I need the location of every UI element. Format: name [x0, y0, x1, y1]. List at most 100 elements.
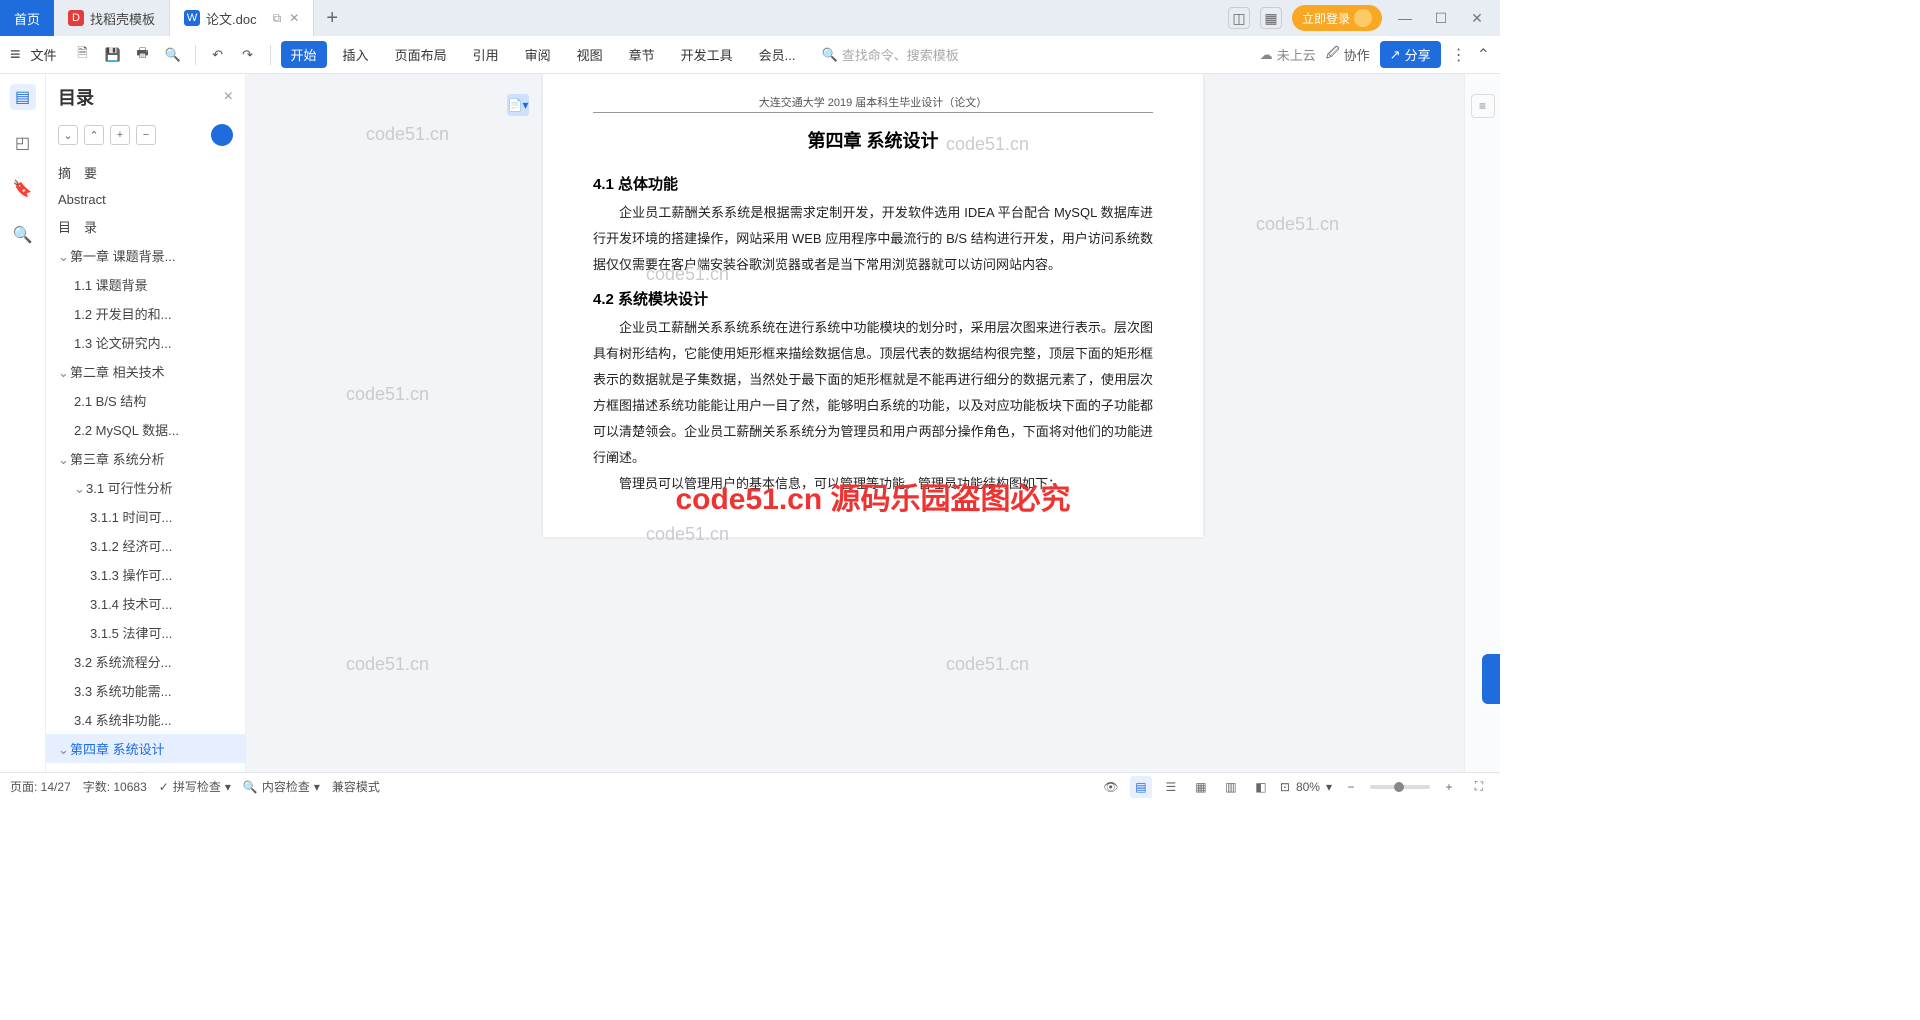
sync-icon[interactable]	[211, 124, 233, 146]
tab-popout-icon[interactable]: ⧉	[273, 11, 282, 26]
ribbon-chapter[interactable]: 章节	[619, 41, 665, 68]
ribbon-layout[interactable]: 页面布局	[385, 41, 457, 68]
outline-item[interactable]: 1.1 课题背景	[46, 270, 245, 299]
bookmark-icon[interactable]: 🔖	[10, 176, 36, 202]
web-view-icon[interactable]: ▦	[1190, 776, 1212, 798]
tab-add-button[interactable]: +	[314, 0, 350, 36]
content-check-button[interactable]: 🔍内容检查 ▾	[243, 778, 320, 795]
reading-view-icon[interactable]: ◧	[1250, 776, 1272, 798]
ribbon-vip[interactable]: 会员...	[749, 41, 806, 68]
word-count[interactable]: 字数: 10683	[83, 778, 147, 795]
split-icon[interactable]: ◫	[1228, 7, 1250, 29]
outline-item[interactable]: ⌄3.1 可行性分析	[46, 473, 245, 502]
titlebar: 首页 D 找稻壳模板 W 论文.doc ⧉ ✕ + ◫ ▦ 立即登录 — ☐ ✕	[0, 0, 1500, 36]
zoom-fit-icon[interactable]: ⊡	[1280, 780, 1290, 794]
login-button[interactable]: 立即登录	[1292, 5, 1382, 31]
daocao-icon: D	[68, 10, 84, 26]
outline-item[interactable]: ⌄第三章 系统分析	[46, 444, 245, 473]
outline-item[interactable]: 2.2 MySQL 数据...	[46, 415, 245, 444]
ribbon-review[interactable]: 审阅	[515, 41, 561, 68]
ribbon-insert[interactable]: 插入	[333, 41, 379, 68]
outline-item[interactable]: Abstract	[46, 187, 245, 212]
zoom-control[interactable]: ⊡ 80% ▾	[1280, 780, 1332, 794]
share-icon: ↗	[1390, 47, 1401, 63]
eye-icon[interactable]: 👁	[1100, 776, 1122, 798]
outline-item[interactable]: 3.1.2 经济可...	[46, 531, 245, 560]
minimize-button[interactable]: —	[1392, 5, 1418, 31]
spellcheck-button[interactable]: ✓拼写检查 ▾	[159, 778, 231, 795]
grid-view-icon[interactable]: ▥	[1220, 776, 1242, 798]
hamburger-icon[interactable]: ≡	[10, 44, 21, 65]
file-menu[interactable]: 文件	[31, 45, 57, 64]
remove-icon[interactable]: −	[136, 125, 156, 145]
outline-item[interactable]: ⌄第四章 系统设计	[46, 734, 245, 763]
outline-item[interactable]: 摘 要	[46, 158, 245, 187]
outline-item[interactable]: 3.1.4 技术可...	[46, 589, 245, 618]
doc-heading-42: 4.2 系统模块设计	[593, 288, 1153, 309]
outline-item[interactable]: ⌄第二章 相关技术	[46, 357, 245, 386]
redo-icon[interactable]: ↷	[236, 43, 260, 67]
search-rail-icon[interactable]: 🔍	[10, 222, 36, 248]
preview-icon[interactable]: 🔍	[161, 43, 185, 67]
ribbon-view[interactable]: 视图	[567, 41, 613, 68]
collapse-all-icon[interactable]: ⌄	[58, 125, 78, 145]
outline-item[interactable]: 1.3 论文研究内...	[46, 328, 245, 357]
outline-list[interactable]: 摘 要Abstract目 录⌄第一章 课题背景...1.1 课题背景1.2 开发…	[46, 154, 245, 772]
expand-all-icon[interactable]: ⌃	[84, 125, 104, 145]
outline-item[interactable]: 3.2 系统流程分...	[46, 647, 245, 676]
search-input[interactable]: 🔍 查找命令、搜索模板	[822, 45, 959, 64]
close-button[interactable]: ✕	[1464, 5, 1490, 31]
side-tab[interactable]	[1482, 654, 1500, 704]
more-icon[interactable]: ⋮	[1451, 45, 1467, 65]
share-button[interactable]: ↗分享	[1380, 41, 1441, 68]
new-icon[interactable]: 🗎	[71, 43, 95, 67]
tab-close-icon[interactable]: ✕	[289, 11, 299, 26]
outline-item[interactable]: ⌄第一章 课题背景...	[46, 241, 245, 270]
document-page: 📄▾ 大连交通大学 2019 届本科生毕业设计（论文） 第四章 系统设计 4.1…	[543, 74, 1203, 537]
outline-close-icon[interactable]: ×	[224, 88, 233, 106]
maximize-button[interactable]: ☐	[1428, 5, 1454, 31]
status-bar: 页面: 14/27 字数: 10683 ✓拼写检查 ▾ 🔍内容检查 ▾ 兼容模式…	[0, 772, 1500, 800]
collapse-panel-icon[interactable]: ≡	[1471, 94, 1495, 118]
outline-item[interactable]: 目 录	[46, 212, 245, 241]
watermark: code51.cn	[346, 654, 429, 675]
outline-item[interactable]: 3.1.3 操作可...	[46, 560, 245, 589]
tab-home[interactable]: 首页	[0, 0, 54, 36]
document-canvas[interactable]: 📄▾ 大连交通大学 2019 届本科生毕业设计（论文） 第四章 系统设计 4.1…	[246, 74, 1500, 772]
zoom-in-icon[interactable]: +	[1438, 776, 1460, 798]
outline-icon[interactable]: ▤	[10, 84, 36, 110]
outline-item[interactable]: 3.3 系统功能需...	[46, 676, 245, 705]
cloud-button[interactable]: ☁未上云	[1260, 45, 1316, 64]
collab-button[interactable]: 🖉协作	[1326, 44, 1370, 66]
outline-item[interactable]: 2.1 B/S 结构	[46, 386, 245, 415]
outline-item[interactable]: 3.4 系统非功能...	[46, 705, 245, 734]
doc-header: 大连交通大学 2019 届本科生毕业设计（论文）	[593, 94, 1153, 113]
tab-template[interactable]: D 找稻壳模板	[54, 0, 170, 36]
pin-icon[interactable]: ◰	[10, 130, 36, 156]
fullscreen-icon[interactable]: ⛶	[1468, 776, 1490, 798]
content-check-icon: 🔍	[243, 780, 258, 794]
ribbon-dev[interactable]: 开发工具	[671, 41, 743, 68]
save-icon[interactable]: 💾	[101, 43, 125, 67]
page-clip-icon[interactable]: 📄▾	[507, 94, 529, 116]
outline-item[interactable]: 3.1.5 法律可...	[46, 618, 245, 647]
apps-icon[interactable]: ▦	[1260, 7, 1282, 29]
page-view-icon[interactable]: ▤	[1130, 776, 1152, 798]
tab-document[interactable]: W 论文.doc ⧉ ✕	[170, 0, 314, 36]
collapse-icon[interactable]: ⌃	[1477, 45, 1490, 65]
page-indicator[interactable]: 页面: 14/27	[10, 778, 71, 795]
undo-icon[interactable]: ↶	[206, 43, 230, 67]
add-icon[interactable]: +	[110, 125, 130, 145]
ribbon-start[interactable]: 开始	[281, 41, 327, 68]
print-icon[interactable]: 🖶	[131, 43, 155, 67]
outline-view-icon[interactable]: ☰	[1160, 776, 1182, 798]
outline-item[interactable]: 1.2 开发目的和...	[46, 299, 245, 328]
watermark: code51.cn	[946, 654, 1029, 675]
outline-item[interactable]: 3.1.1 时间可...	[46, 502, 245, 531]
zoom-slider[interactable]	[1370, 785, 1430, 789]
zoom-out-icon[interactable]: −	[1340, 776, 1362, 798]
outline-panel: 目录 × ⌄ ⌃ + − 摘 要Abstract目 录⌄第一章 课题背景...1…	[46, 74, 246, 772]
ribbon-ref[interactable]: 引用	[463, 41, 509, 68]
outline-item[interactable]: 4.1 总体功能	[46, 763, 245, 772]
watermark: code51.cn	[346, 384, 429, 405]
